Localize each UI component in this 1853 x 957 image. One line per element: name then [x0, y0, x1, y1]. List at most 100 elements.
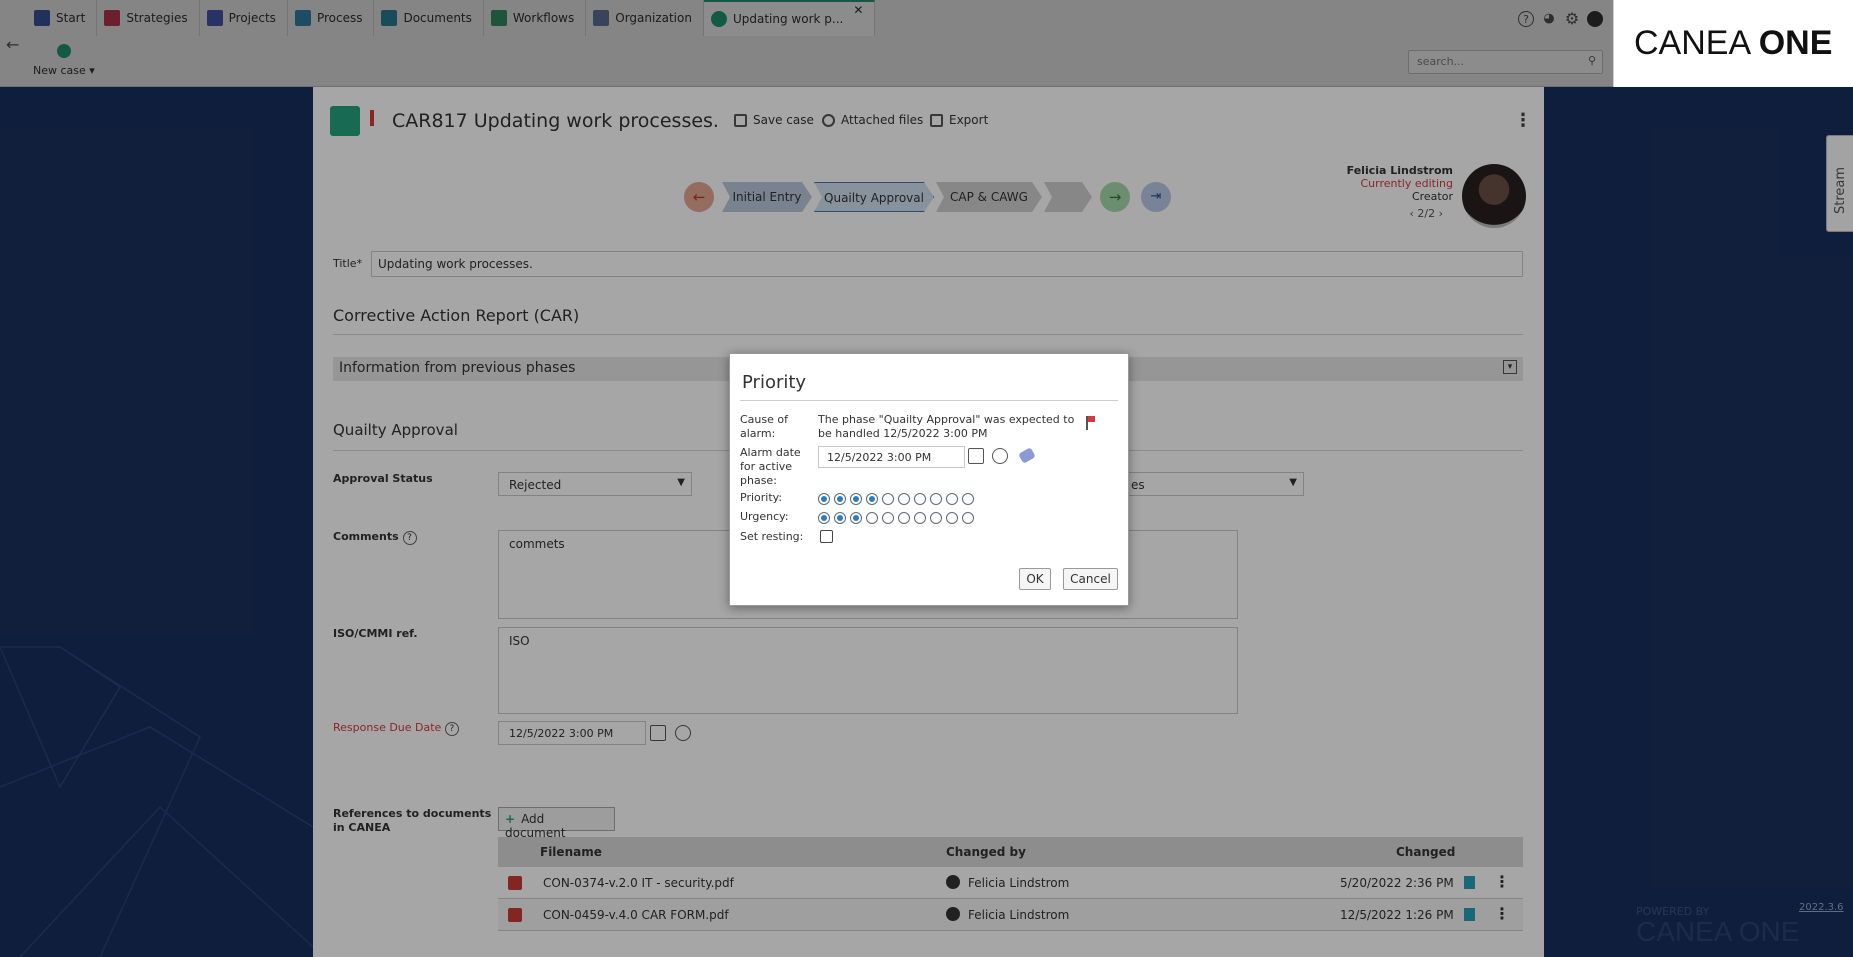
- search-input[interactable]: search... ⚲: [1408, 50, 1603, 74]
- tab-projects[interactable]: Projects: [200, 0, 288, 36]
- more-menu-icon[interactable]: ⋮: [1514, 110, 1532, 131]
- next-phase-button[interactable]: →: [1100, 182, 1130, 212]
- chevron-left-icon[interactable]: ‹: [1409, 207, 1413, 220]
- flag-icon: [1086, 416, 1095, 430]
- tab-label: Organization: [615, 11, 692, 25]
- urgency-radio[interactable]: [818, 512, 830, 524]
- back-arrow-icon[interactable]: ←: [6, 35, 19, 54]
- column-filename[interactable]: Filename: [540, 845, 602, 859]
- document-status-icon[interactable]: [1464, 876, 1475, 889]
- iso-label: ISO/CMMI ref.: [333, 627, 418, 640]
- add-document-button[interactable]: + Add document: [498, 807, 615, 840]
- new-case-icon: [56, 44, 71, 58]
- priority-radio[interactable]: [930, 493, 942, 505]
- title-input[interactable]: Updating work processes.: [371, 251, 1523, 277]
- priority-radio[interactable]: [818, 493, 830, 505]
- priority-radio[interactable]: [914, 493, 926, 505]
- table-row[interactable]: CON-0459-v.4.0 CAR FORM.pdf Felicia Linds…: [498, 899, 1523, 931]
- tab-process[interactable]: Process: [288, 0, 375, 36]
- filename-cell[interactable]: CON-0459-v.4.0 CAR FORM.pdf: [543, 908, 729, 922]
- document-status-icon[interactable]: [1464, 908, 1475, 921]
- right-background: [1544, 87, 1853, 957]
- more-menu-icon[interactable]: ⋮: [1494, 904, 1510, 923]
- previous-phase-button[interactable]: ←: [684, 182, 714, 212]
- urgency-scale: [818, 512, 974, 524]
- urgency-radio[interactable]: [946, 512, 958, 524]
- cancel-button[interactable]: Cancel: [1063, 568, 1118, 590]
- column-changed[interactable]: Changed: [1396, 845, 1455, 859]
- top-bar: Start Strategies Projects Process Documents W…: [0, 0, 1613, 87]
- help-icon[interactable]: ?: [402, 531, 417, 545]
- red-flag-icon[interactable]: [370, 110, 374, 126]
- response-due-input[interactable]: 12/5/2022 3:00 PM: [498, 721, 646, 745]
- approval-status-select[interactable]: Rejected ▼: [498, 472, 692, 496]
- footer-brand: CANEA ONE: [1636, 916, 1800, 947]
- tab-start[interactable]: Start: [27, 0, 98, 36]
- tab-strategies[interactable]: Strategies: [97, 0, 200, 36]
- urgency-radio[interactable]: [914, 512, 926, 524]
- urgency-radio[interactable]: [866, 512, 878, 524]
- priority-radio[interactable]: [850, 493, 862, 505]
- ok-button[interactable]: OK: [1019, 568, 1051, 590]
- table-row[interactable]: CON-0374-v.2.0 IT - security.pdf Felicia …: [498, 867, 1523, 899]
- help-icon[interactable]: ?: [444, 722, 459, 736]
- tab-label: Start: [56, 11, 86, 25]
- gear-icon[interactable]: ⚙: [1564, 11, 1580, 27]
- column-changed-by[interactable]: Changed by: [946, 845, 1026, 859]
- priority-radio[interactable]: [866, 493, 878, 505]
- chevron-down-icon: ▾: [89, 64, 95, 77]
- phase-heading: Quailty Approval: [333, 421, 458, 439]
- urgency-radio[interactable]: [882, 512, 894, 524]
- priority-radio[interactable]: [834, 493, 846, 505]
- set-resting-checkbox[interactable]: [820, 530, 833, 543]
- workflow-step-quality-approval[interactable]: Quailty Approval: [814, 182, 934, 212]
- tab-documents[interactable]: Documents: [374, 0, 484, 36]
- clock-icon[interactable]: [992, 448, 1008, 464]
- stream-tab[interactable]: Stream: [1826, 135, 1853, 232]
- filename-cell[interactable]: CON-0374-v.2.0 IT - security.pdf: [543, 876, 734, 890]
- editor-pager: 2/2: [1417, 207, 1436, 220]
- urgency-radio[interactable]: [834, 512, 846, 524]
- save-case-button[interactable]: Save case: [734, 113, 814, 127]
- priority-radio[interactable]: [946, 493, 958, 505]
- urgency-radio[interactable]: [898, 512, 910, 524]
- workflow-step-initial-entry[interactable]: Initial Entry: [722, 182, 812, 212]
- tab-updating-work-p[interactable]: Updating work p... ✕: [703, 0, 876, 36]
- report-heading: Corrective Action Report (CAR): [333, 306, 580, 325]
- tab-label: Strategies: [126, 11, 188, 25]
- priority-radio[interactable]: [898, 493, 910, 505]
- priority-radio[interactable]: [962, 493, 974, 505]
- help-icon[interactable]: ?: [1518, 11, 1534, 27]
- export-button[interactable]: Export: [930, 113, 988, 127]
- case-title: CAR817 Updating work processes.: [392, 110, 719, 132]
- priority-radio[interactable]: [882, 493, 894, 505]
- attached-files-button[interactable]: Attached files: [822, 113, 923, 127]
- response-due-label: Response Due Date ?: [333, 721, 459, 736]
- alarm-date-input[interactable]: 12/5/2022 3:00 PM: [818, 446, 965, 468]
- iso-textarea[interactable]: ISO: [498, 627, 1238, 714]
- last-phase-button[interactable]: ⇥: [1141, 182, 1171, 212]
- tab-organization[interactable]: Organization: [586, 0, 704, 36]
- expand-icon[interactable]: ▾: [1503, 360, 1517, 374]
- calendar-icon[interactable]: [650, 725, 666, 741]
- user-avatar-icon[interactable]: [1587, 11, 1603, 27]
- urgency-radio[interactable]: [930, 512, 942, 524]
- secondary-status-select[interactable]: es ▼: [1120, 472, 1304, 496]
- references-label: References to documents in CANEA: [333, 807, 492, 834]
- chevron-right-icon[interactable]: ›: [1439, 207, 1443, 220]
- close-icon[interactable]: ✕: [853, 3, 863, 17]
- save-icon: [734, 113, 747, 127]
- tab-workflows[interactable]: Workflows: [484, 0, 587, 36]
- version-link[interactable]: 2022.3.6: [1799, 902, 1844, 913]
- urgency-radio[interactable]: [850, 512, 862, 524]
- urgency-radio[interactable]: [962, 512, 974, 524]
- editor-role: Creator: [1411, 190, 1453, 203]
- palette-icon[interactable]: ◕: [1541, 11, 1557, 27]
- eraser-icon[interactable]: [1018, 447, 1036, 464]
- new-case-button[interactable]: New case ▾: [33, 44, 95, 77]
- calendar-icon[interactable]: [968, 448, 984, 464]
- workflow-step-cap-cawg[interactable]: CAP & CAWG: [936, 182, 1042, 212]
- clock-icon[interactable]: [675, 725, 691, 741]
- more-menu-icon[interactable]: ⋮: [1494, 872, 1510, 891]
- priority-label: Priority:: [740, 491, 783, 504]
